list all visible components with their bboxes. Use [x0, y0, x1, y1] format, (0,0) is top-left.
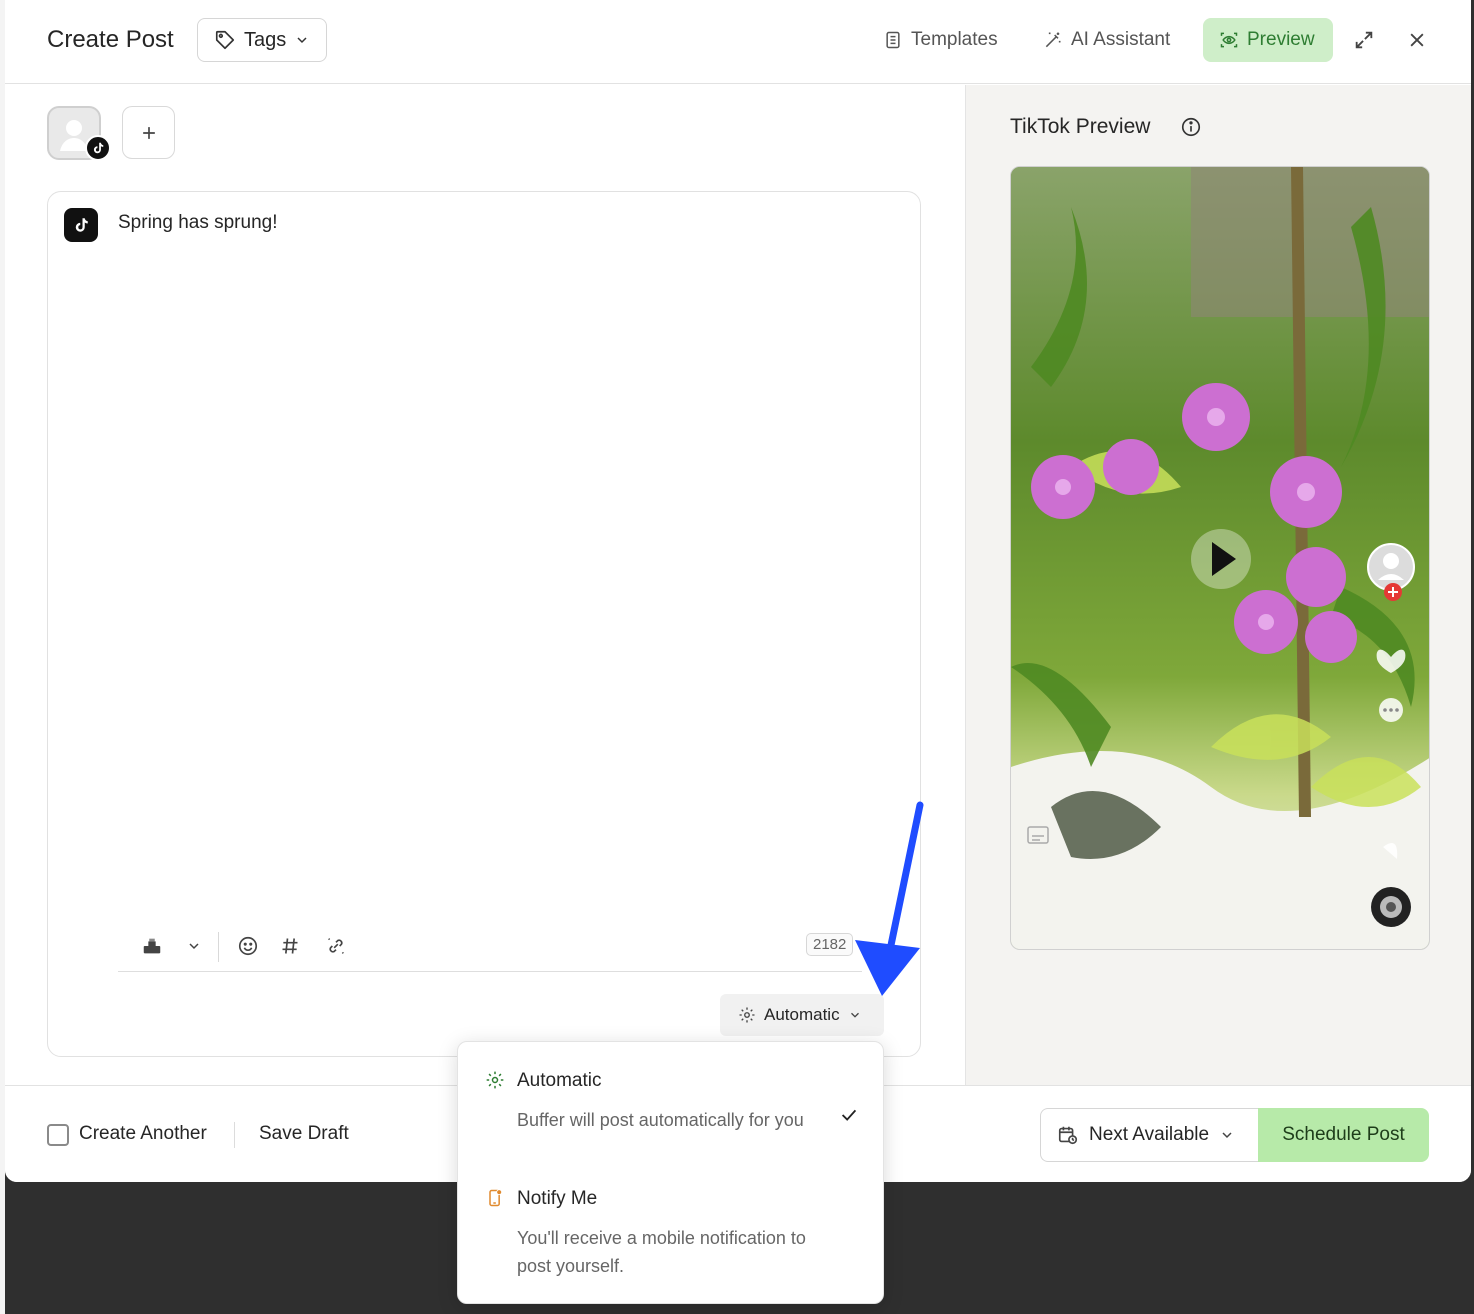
menu-item-automatic[interactable]: Automatic Buffer will post automatically…: [458, 1056, 883, 1166]
create-another-label: Create Another: [79, 1123, 207, 1144]
chevron-down-icon: [189, 943, 199, 950]
preview-panel: TikTok Preview: [965, 85, 1471, 1085]
selected-account-avatar[interactable]: [47, 106, 111, 161]
toolbar-divider: [218, 932, 219, 962]
menu-item-notify-me[interactable]: Notify Me You'll receive a mobile notifi…: [458, 1174, 883, 1294]
document-icon: [886, 31, 900, 49]
eye-scan-icon: [1220, 32, 1238, 48]
character-count: 2182: [806, 933, 854, 956]
editor-toolbar: 2182: [118, 922, 862, 972]
ai-link-button[interactable]: [320, 930, 352, 962]
media-button[interactable]: [136, 930, 168, 962]
share-mode-button[interactable]: Automatic: [720, 994, 884, 1036]
schedule-post-button[interactable]: Schedule Post: [1258, 1108, 1429, 1162]
gear-icon: [486, 1071, 504, 1089]
chevron-down-icon: [1222, 1132, 1232, 1139]
post-text[interactable]: Spring has sprung!: [118, 212, 278, 234]
save-draft-button[interactable]: Save Draft: [259, 1123, 349, 1145]
editor-tiktok-icon: [64, 208, 98, 242]
link-sparkle-icon: [328, 938, 344, 954]
chevron-down-icon: [297, 37, 307, 44]
tiktok-icon: [75, 218, 88, 232]
media-dropdown-button[interactable]: [178, 930, 210, 962]
page-title: Create Post: [47, 26, 174, 53]
preview-label: Preview: [1247, 29, 1315, 50]
preview-title: TikTok Preview: [1010, 115, 1151, 138]
schedule-time-dropdown[interactable]: Next Available: [1040, 1108, 1258, 1162]
templates-button[interactable]: Templates: [867, 18, 1014, 62]
menu-item-title: Notify Me: [517, 1188, 598, 1209]
emoji-button[interactable]: [232, 930, 264, 962]
tiktok-icon: [93, 142, 104, 154]
tags-button[interactable]: Tags: [197, 18, 327, 62]
hashtag-button[interactable]: [274, 930, 306, 962]
post-editor[interactable]: Spring has sprung! 2182 Automatic: [47, 191, 921, 1057]
phone-notification-icon: [489, 1189, 503, 1207]
tiktok-badge: [85, 135, 111, 161]
ai-assistant-label: AI Assistant: [1071, 29, 1171, 50]
share-mode-label: Automatic: [764, 1005, 840, 1024]
tags-label: Tags: [244, 28, 287, 51]
next-available-label: Next Available: [1089, 1124, 1210, 1145]
footer-divider: [234, 1122, 235, 1148]
modal-header: Create Post Tags Templates AI Assistant …: [5, 0, 1471, 84]
menu-item-description: Buffer will post automatically for you: [517, 1110, 804, 1130]
close-icon: [1410, 33, 1424, 47]
menu-item-title: Automatic: [517, 1070, 602, 1091]
expand-icon: [1355, 31, 1373, 49]
tiktok-phone-preview: [1010, 166, 1430, 950]
emoji-icon: [238, 936, 258, 956]
add-account-button[interactable]: [122, 106, 175, 159]
menu-item-description: You'll receive a mobile notification to …: [517, 1228, 806, 1276]
media-upload-icon: [143, 938, 161, 954]
create-another-checkbox[interactable]: [47, 1124, 69, 1146]
plus-icon: [142, 126, 155, 139]
create-post-modal: Create Post Tags Templates AI Assistant …: [5, 0, 1471, 1182]
magic-wand-icon: [1045, 32, 1061, 48]
chevron-down-icon: [850, 1012, 859, 1018]
info-icon: [1181, 117, 1201, 137]
gear-icon: [739, 1007, 755, 1023]
close-button[interactable]: [1399, 22, 1435, 58]
tag-icon: [215, 30, 235, 50]
preview-button[interactable]: Preview: [1203, 18, 1333, 62]
expand-button[interactable]: [1346, 22, 1382, 58]
ai-assistant-button[interactable]: AI Assistant: [1027, 18, 1186, 62]
preview-info-button[interactable]: [1180, 116, 1202, 143]
hashtag-icon: [282, 938, 298, 954]
templates-label: Templates: [911, 29, 998, 50]
calendar-clock-icon: [1058, 1126, 1078, 1145]
annotation-arrow: [855, 801, 924, 996]
checkmark-icon: [841, 1109, 857, 1121]
flower-photo: [1011, 167, 1429, 949]
share-mode-menu: Automatic Buffer will post automatically…: [457, 1041, 884, 1304]
